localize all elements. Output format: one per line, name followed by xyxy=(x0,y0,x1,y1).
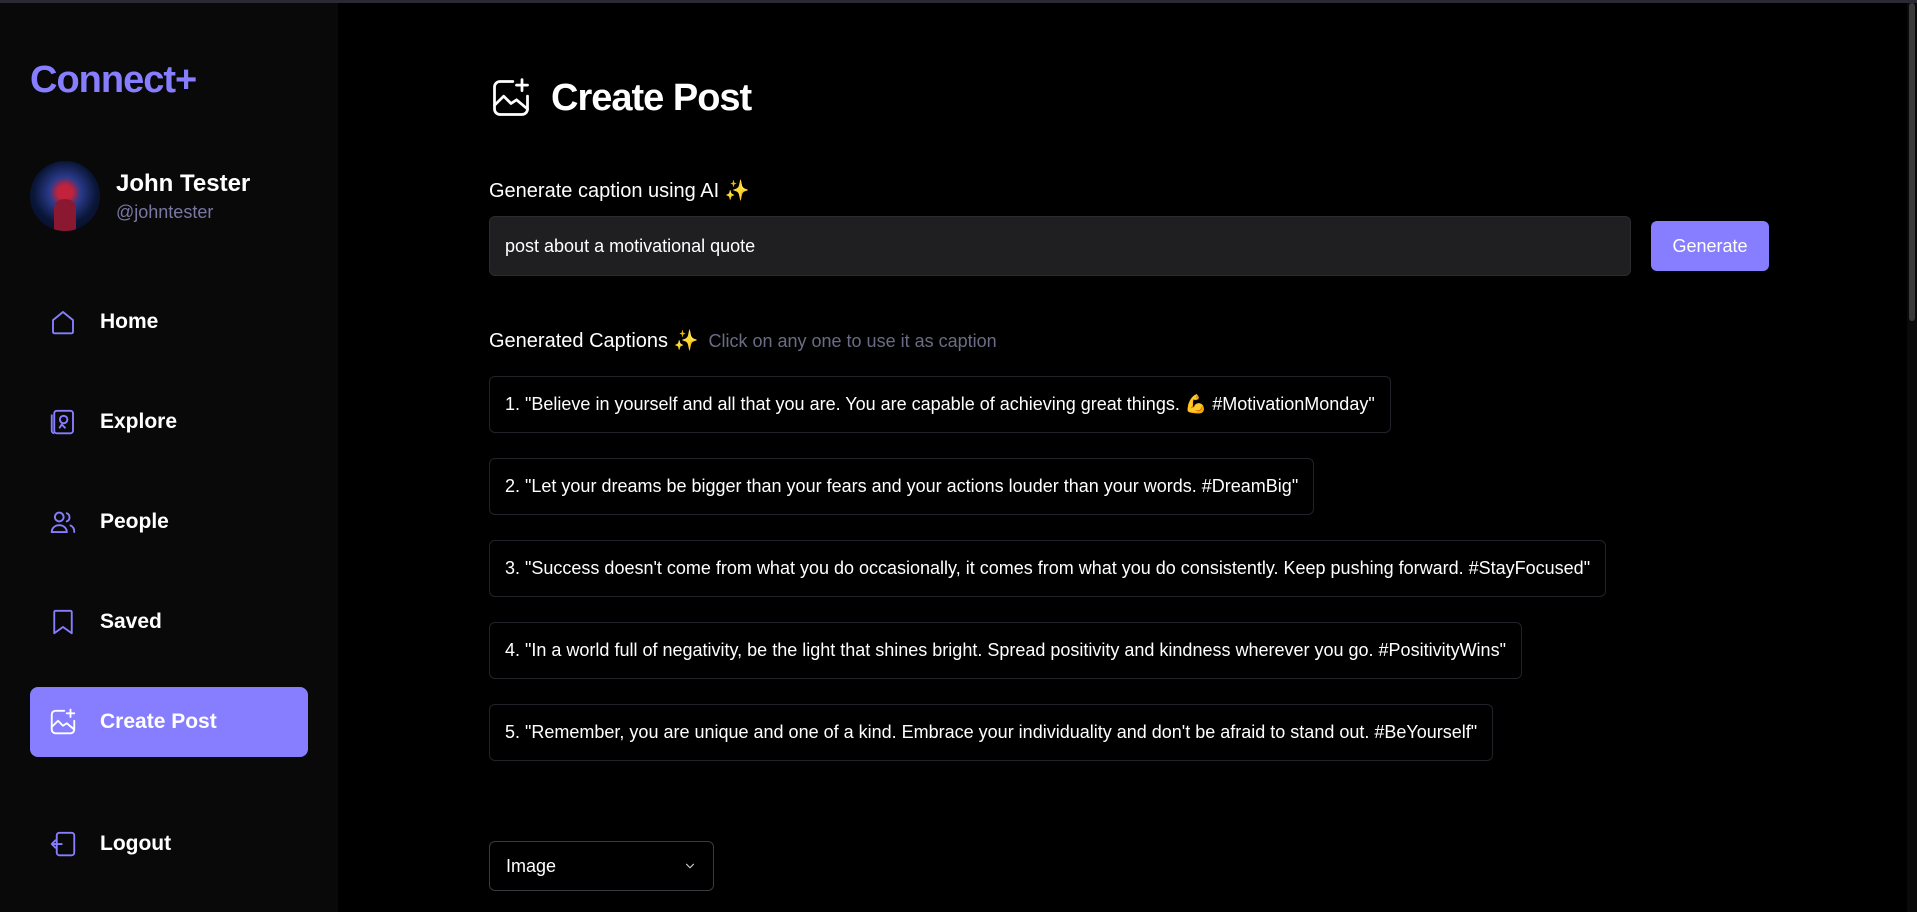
sidebar-item-label: Explore xyxy=(100,410,178,433)
add-image-icon xyxy=(50,708,76,735)
sidebar-item-create-post[interactable]: Create Post xyxy=(30,687,308,757)
sidebar-nav: Home Explore People Saved Create Post xyxy=(30,287,308,787)
logout-label: Logout xyxy=(100,832,172,855)
sidebar-item-label: Saved xyxy=(100,610,162,633)
generated-captions-header: Generated Captions ✨ Click on any one to… xyxy=(489,328,997,353)
caption-option[interactable]: 1. "Believe in yourself and all that you… xyxy=(489,376,1391,433)
profile-name: John Tester xyxy=(116,169,251,197)
logout-icon xyxy=(50,831,76,857)
chevron-down-icon xyxy=(685,863,695,869)
bookmark-icon xyxy=(53,609,73,635)
media-type-value: Image xyxy=(506,855,557,876)
home-icon xyxy=(52,311,74,335)
generate-button[interactable]: Generate xyxy=(1651,221,1769,271)
sidebar-item-saved[interactable]: Saved xyxy=(30,587,308,657)
people-icon xyxy=(50,511,76,533)
caption-list: 1. "Believe in yourself and all that you… xyxy=(489,376,1607,786)
profile-handle: @johntester xyxy=(116,201,214,222)
generated-captions-title: Generated Captions ✨ xyxy=(489,330,699,352)
scrollbar-thumb[interactable] xyxy=(1909,3,1915,321)
sidebar-item-home[interactable]: Home xyxy=(30,287,308,357)
sidebar-item-label: People xyxy=(100,510,169,533)
page-title: Create Post xyxy=(551,76,752,119)
profile-card[interactable]: John Tester @johntester xyxy=(30,161,250,231)
caption-option[interactable]: 5. "Remember, you are unique and one of … xyxy=(489,704,1494,761)
ai-caption-label: Generate caption using AI ✨ xyxy=(489,180,750,202)
caption-option[interactable]: 2. "Let your dreams be bigger than your … xyxy=(489,458,1315,515)
app-logo[interactable]: Connect+ xyxy=(30,59,197,102)
generated-captions-hint: Click on any one to use it as caption xyxy=(708,331,997,351)
explore-icon xyxy=(50,409,74,435)
sidebar-item-explore[interactable]: Explore xyxy=(30,387,308,457)
avatar[interactable] xyxy=(30,161,100,231)
sidebar-item-label: Create Post xyxy=(100,710,217,733)
logout-button[interactable]: Logout xyxy=(30,809,308,879)
ai-prompt-input[interactable] xyxy=(489,216,1631,276)
media-type-select[interactable]: Image xyxy=(489,841,714,891)
page-header: Create Post xyxy=(489,76,752,120)
caption-option[interactable]: 4. "In a world full of negativity, be th… xyxy=(489,622,1522,679)
add-image-icon xyxy=(493,78,529,116)
sidebar-item-label: Home xyxy=(100,310,159,333)
sidebar-item-people[interactable]: People xyxy=(30,487,308,557)
caption-option[interactable]: 3. "Success doesn't come from what you d… xyxy=(489,540,1607,597)
sidebar: Connect+ John Tester @johntester Home Ex… xyxy=(0,3,338,912)
